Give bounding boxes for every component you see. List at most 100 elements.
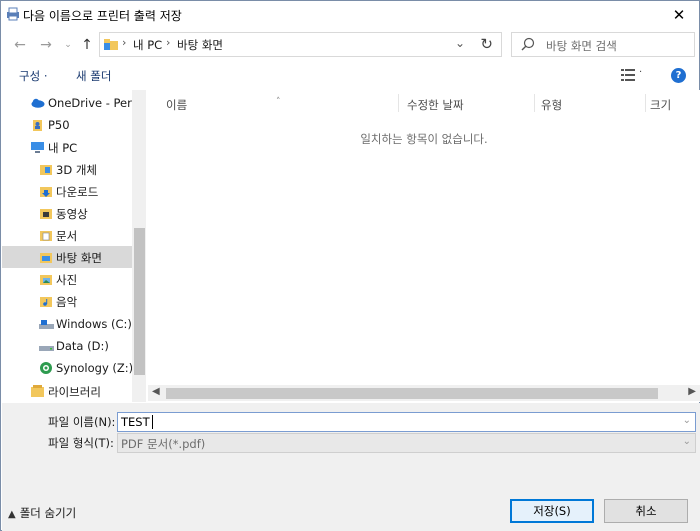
hide-folders-button[interactable]: ▲ 폴더 숨기기 (8, 505, 76, 521)
tree-item-label: 동영상 (56, 207, 88, 221)
filename-label: 파일 이름(N): (48, 415, 116, 429)
tree-item-music[interactable]: 음악 (2, 290, 132, 312)
downloads-icon (40, 187, 52, 197)
documents-icon (40, 231, 52, 241)
tree-item-windows-c[interactable]: Windows (C:) (2, 313, 132, 335)
list-horizontal-scrollbar[interactable]: ◀ ▶ (148, 385, 700, 401)
toolbar: 구성 · 새 폴더 · ? (1, 63, 699, 89)
back-arrow-icon: ← (14, 37, 26, 53)
empty-list-message: 일치하는 항목이 없습니다. (360, 132, 488, 146)
breadcrumb-desktop[interactable]: 바탕 화면 (177, 37, 223, 53)
save-form: 파일 이름(N): TEST ⌄ 파일 형식(T): PDF 문서(*.pdf)… (2, 403, 700, 531)
list-scrollbar-thumb[interactable] (166, 388, 658, 399)
tree-item-label: OneDrive - Perso (48, 96, 145, 110)
breadcrumb-separator-icon: › (122, 36, 127, 49)
videos-icon (40, 209, 52, 219)
forward-button[interactable]: → (36, 35, 56, 55)
file-list: ˄ 이름 수정한 날짜 유형 크기 일치하는 항목이 없습니다. ◀ ▶ (148, 90, 700, 402)
tree-item-3d-objects[interactable]: 3D 개체 (2, 158, 132, 180)
search-icon (521, 37, 535, 51)
filetype-select[interactable]: PDF 문서(*.pdf) ⌄ (117, 433, 696, 453)
tree-item-label: 바탕 화면 (56, 251, 102, 265)
new-folder-button[interactable]: 새 폴더 (76, 68, 111, 84)
up-arrow-icon: ↑ (81, 37, 93, 53)
tree-item-p50[interactable]: P50 (2, 114, 132, 136)
tree-item-label: 음악 (56, 295, 78, 309)
filetype-dropdown-icon[interactable]: ⌄ (683, 436, 691, 447)
column-type[interactable]: 유형 (535, 90, 645, 116)
tree-item-downloads[interactable]: 다운로드 (2, 180, 132, 202)
tree-item-label: 내 PC (48, 141, 78, 155)
address-dropdown-icon[interactable]: ⌄ (455, 36, 465, 50)
tree-item-label: 다운로드 (56, 185, 99, 199)
up-button[interactable]: ↑ (77, 35, 97, 55)
search-input[interactable]: 바탕 화면 검색 (546, 38, 617, 54)
search-box[interactable]: 바탕 화면 검색 (511, 32, 695, 57)
pictures-icon (40, 275, 52, 285)
tree-item-label: Synology (Z:) (56, 361, 134, 375)
scroll-left-icon[interactable]: ◀ (152, 386, 160, 397)
back-button[interactable]: ← (10, 35, 30, 55)
tree-item-label: 라이브러리 (48, 385, 101, 399)
save-dialog: 다음 이름으로 프린터 출력 저장 ✕ ← → ⌄ ↑ › 내 PC › 바탕 … (0, 0, 700, 531)
cancel-button[interactable]: 취소 (604, 499, 688, 523)
close-icon: ✕ (672, 6, 686, 24)
3d-objects-icon (40, 165, 52, 175)
tree-item-documents[interactable]: 문서 (2, 224, 132, 246)
tree-item-pictures[interactable]: 사진 (2, 268, 132, 290)
tree-item-label: Windows (C:) (56, 317, 132, 331)
tree-item-desktop[interactable]: 바탕 화면 (2, 246, 132, 268)
navigation-pane: OneDrive - Perso P50 내 PC 3D 개체 다운로드 동영상… (2, 90, 146, 402)
title-bar: 다음 이름으로 프린터 출력 저장 ✕ (1, 1, 699, 29)
recent-locations-button[interactable]: ⌄ (58, 35, 78, 55)
organize-button[interactable]: 구성 · (19, 68, 47, 84)
tree-item-this-pc[interactable]: 내 PC (2, 136, 132, 158)
computer-icon (31, 142, 44, 153)
tree-item-label: 3D 개체 (56, 163, 97, 177)
text-caret (152, 415, 153, 429)
library-icon (31, 385, 44, 397)
tree-item-label: Data (D:) (56, 339, 109, 353)
tree-item-label: 문서 (56, 229, 78, 243)
music-icon (40, 297, 52, 307)
tree-item-libraries[interactable]: 라이브러리 (2, 380, 132, 402)
view-options-icon[interactable] (621, 69, 635, 81)
filename-dropdown-icon[interactable]: ⌄ (683, 415, 691, 426)
tree-item-onedrive[interactable]: OneDrive - Perso (2, 92, 145, 114)
tree-item-label: 사진 (56, 273, 78, 287)
window-title: 다음 이름으로 프린터 출력 저장 (23, 9, 182, 23)
drive-icon (39, 346, 54, 351)
printer-app-icon (7, 7, 19, 21)
refresh-icon[interactable]: ↻ (480, 35, 493, 53)
forward-arrow-icon: → (40, 37, 52, 53)
tree-item-data-d[interactable]: Data (D:) (2, 335, 132, 357)
scroll-right-icon[interactable]: ▶ (688, 386, 696, 397)
tree-item-label: P50 (48, 118, 70, 132)
column-date-modified[interactable]: 수정한 날짜 (399, 90, 534, 116)
user-folder-icon (33, 120, 42, 131)
view-dropdown-icon[interactable]: · (639, 67, 642, 78)
cloud-icon (31, 98, 45, 108)
filename-input[interactable]: TEST ⌄ (117, 412, 696, 432)
drive-icon (39, 320, 54, 329)
column-name[interactable]: ˄ 이름 (148, 90, 398, 116)
breadcrumb-separator-icon: › (166, 36, 171, 49)
tree-item-synology-z[interactable]: Synology (Z:) (2, 357, 134, 379)
tree-scrollbar-thumb[interactable] (134, 228, 145, 375)
navigation-bar: ← → ⌄ ↑ › 내 PC › 바탕 화면 ⌄ ↻ 바탕 화면 검색 (1, 29, 699, 61)
address-bar[interactable]: › 내 PC › 바탕 화면 ⌄ ↻ (99, 32, 502, 57)
tree-item-videos[interactable]: 동영상 (2, 202, 132, 224)
help-icon[interactable]: ? (671, 68, 686, 83)
folder-icon (104, 39, 118, 50)
column-size[interactable]: 크기 (646, 90, 700, 116)
desktop-icon (40, 253, 52, 263)
chevron-down-icon: ⌄ (64, 40, 72, 50)
save-button[interactable]: 저장(S) (510, 499, 594, 523)
tree-scrollbar[interactable] (132, 90, 146, 402)
chevron-up-icon: ▲ (8, 509, 16, 520)
filetype-label: 파일 형식(T): (48, 436, 114, 450)
close-button[interactable]: ✕ (659, 1, 699, 29)
sort-ascending-icon: ˄ (276, 97, 281, 107)
network-drive-icon (40, 362, 52, 374)
breadcrumb-this-pc[interactable]: 내 PC (133, 37, 162, 53)
